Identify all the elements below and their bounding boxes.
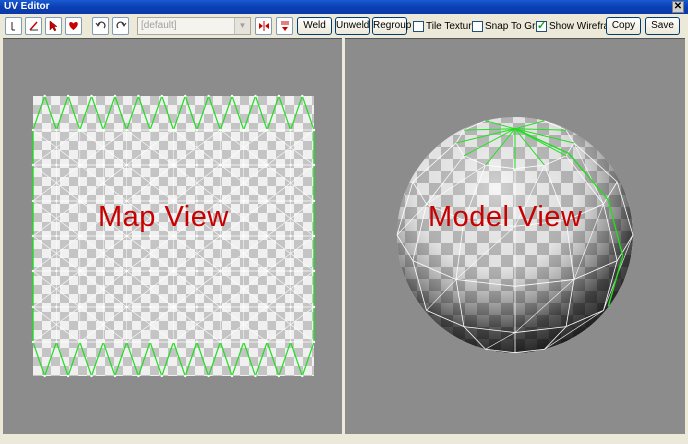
select-tool-button[interactable] bbox=[45, 17, 62, 35]
tile-texture-box[interactable] bbox=[413, 20, 424, 32]
redo-button[interactable] bbox=[112, 17, 129, 35]
pointer-icon bbox=[11, 22, 15, 31]
weld-button[interactable]: Weld bbox=[297, 17, 332, 35]
model-view-label: Model View bbox=[428, 201, 583, 233]
toolbar: [default] ▼ Weld Unweld Regroup Tile Tex… bbox=[0, 14, 688, 38]
tile-texture-checkbox[interactable]: Tile Texture bbox=[413, 17, 477, 35]
tile-texture-label: Tile Texture bbox=[426, 20, 478, 32]
lasso-tool-button[interactable] bbox=[65, 17, 82, 35]
model-view-panel[interactable]: Model View bbox=[345, 38, 685, 434]
snap-to-grid-checkbox[interactable]: Snap To Grid bbox=[472, 17, 543, 35]
group-select-value: [default] bbox=[141, 20, 177, 31]
heart-select-icon bbox=[69, 22, 78, 30]
mirror-h-icon bbox=[258, 21, 269, 31]
title-bar: UV Editor ✕ bbox=[0, 0, 688, 14]
model-viewport[interactable] bbox=[345, 39, 685, 434]
chevron-down-icon[interactable]: ▼ bbox=[234, 18, 250, 34]
rotate-90-icon bbox=[280, 21, 289, 31]
redo-icon bbox=[115, 21, 126, 29]
uv-map-canvas[interactable] bbox=[3, 39, 342, 434]
checkmark-icon: ✓ bbox=[537, 19, 547, 32]
paint-brush-icon bbox=[28, 21, 38, 31]
flip-button[interactable] bbox=[255, 17, 272, 35]
map-view-panel[interactable]: Map View bbox=[3, 38, 342, 434]
close-button[interactable]: ✕ bbox=[672, 1, 684, 13]
snap-to-grid-box[interactable] bbox=[472, 20, 483, 32]
status-bar bbox=[0, 434, 688, 444]
regroup-button[interactable]: Regroup bbox=[372, 17, 411, 35]
unweld-button[interactable]: Unweld bbox=[335, 17, 370, 35]
undo-icon bbox=[95, 21, 106, 29]
snap-to-grid-label: Snap To Grid bbox=[485, 20, 544, 32]
undo-button[interactable] bbox=[92, 17, 109, 35]
paint-tool-button[interactable] bbox=[25, 17, 42, 35]
rotate-button[interactable] bbox=[276, 17, 293, 35]
save-button[interactable]: Save bbox=[645, 17, 680, 35]
pointer-tool-button[interactable] bbox=[5, 17, 22, 35]
close-icon: ✕ bbox=[673, 1, 683, 12]
show-wireframe-box[interactable]: ✓ bbox=[536, 19, 547, 32]
map-view-label: Map View bbox=[98, 201, 229, 233]
window-title: UV Editor bbox=[4, 1, 50, 12]
copy-button[interactable]: Copy bbox=[606, 17, 641, 35]
select-arrow-icon bbox=[49, 20, 58, 32]
group-select[interactable]: [default] ▼ bbox=[137, 17, 251, 35]
